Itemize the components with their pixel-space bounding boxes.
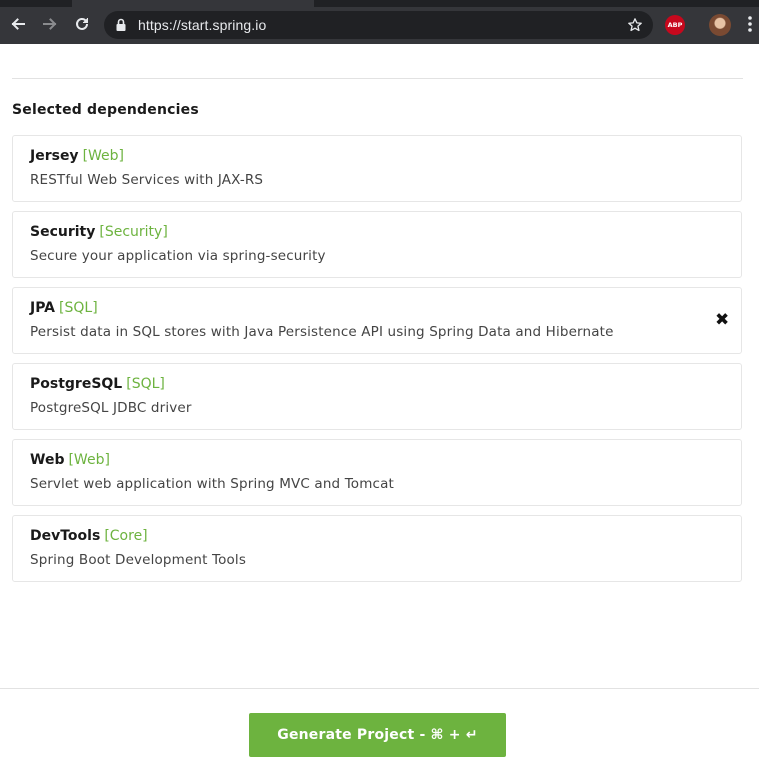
dependency-card-security: Security [Security] Secure your applicati… bbox=[12, 211, 742, 278]
generate-project-label: Generate Project - ⌘ + ↵ bbox=[277, 727, 478, 743]
selected-dependencies-heading: Selected dependencies bbox=[12, 102, 199, 118]
tab-strip bbox=[0, 0, 759, 7]
kebab-menu-icon[interactable] bbox=[747, 15, 753, 33]
dependency-name: JPA bbox=[30, 300, 56, 316]
dependency-card-devtools: DevTools [Core] Spring Boot Development T… bbox=[12, 515, 742, 582]
generate-project-button[interactable]: Generate Project - ⌘ + ↵ bbox=[249, 713, 506, 757]
active-tab[interactable] bbox=[72, 0, 314, 7]
dependency-name: Jersey bbox=[30, 148, 79, 164]
dependency-description: Spring Boot Development Tools bbox=[30, 552, 246, 568]
dependency-card-jersey: Jersey [Web] RESTful Web Services with JA… bbox=[12, 135, 742, 202]
dependency-group: [SQL] bbox=[126, 376, 165, 392]
dependency-description: PostgreSQL JDBC driver bbox=[30, 400, 192, 416]
profile-avatar[interactable] bbox=[709, 14, 731, 36]
dependency-name: DevTools bbox=[30, 528, 101, 544]
browser-toolbar: https://start.spring.io ABP bbox=[0, 0, 759, 44]
dependency-group: [Web] bbox=[68, 452, 110, 468]
adblock-extension-icon[interactable]: ABP bbox=[665, 15, 685, 35]
dependency-card-jpa: JPA [SQL] Persist data in SQL stores with… bbox=[12, 287, 742, 354]
address-bar[interactable]: https://start.spring.io bbox=[104, 11, 653, 39]
dependency-group: [Web] bbox=[82, 148, 125, 164]
dependency-name: PostgreSQL bbox=[30, 376, 123, 392]
remove-dependency-icon[interactable]: ✖ bbox=[715, 312, 729, 329]
url-text: https://start.spring.io bbox=[138, 17, 267, 33]
footer-divider bbox=[0, 688, 759, 689]
dependency-description: Servlet web application with Spring MVC … bbox=[30, 476, 394, 492]
top-divider bbox=[12, 78, 743, 79]
dependency-description: Secure your application via spring-secur… bbox=[30, 248, 326, 264]
back-button[interactable] bbox=[6, 12, 30, 36]
dependency-card-web: Web [Web] Servlet web application with Sp… bbox=[12, 439, 742, 506]
dependency-card-postgresql: PostgreSQL [SQL] PostgreSQL JDBC driver bbox=[12, 363, 742, 430]
arrow-right-icon bbox=[43, 18, 57, 30]
lock-icon bbox=[116, 18, 126, 31]
dependency-name: Security bbox=[30, 224, 96, 240]
star-icon[interactable] bbox=[627, 17, 643, 33]
dependency-description: Persist data in SQL stores with Java Per… bbox=[30, 324, 614, 340]
dependency-group: [SQL] bbox=[59, 300, 98, 316]
dependency-description: RESTful Web Services with JAX-RS bbox=[30, 172, 264, 188]
reload-icon bbox=[76, 17, 88, 30]
dependency-list: Jersey [Web] RESTful Web Services with JA… bbox=[12, 135, 742, 591]
forward-button[interactable] bbox=[38, 12, 62, 36]
reload-button[interactable] bbox=[70, 12, 94, 36]
dependency-name: Web bbox=[30, 452, 65, 468]
arrow-left-icon bbox=[11, 18, 25, 30]
dependency-group: [Security] bbox=[99, 224, 168, 240]
dependency-group: [Core] bbox=[104, 528, 148, 544]
adblock-label: ABP bbox=[667, 21, 683, 29]
